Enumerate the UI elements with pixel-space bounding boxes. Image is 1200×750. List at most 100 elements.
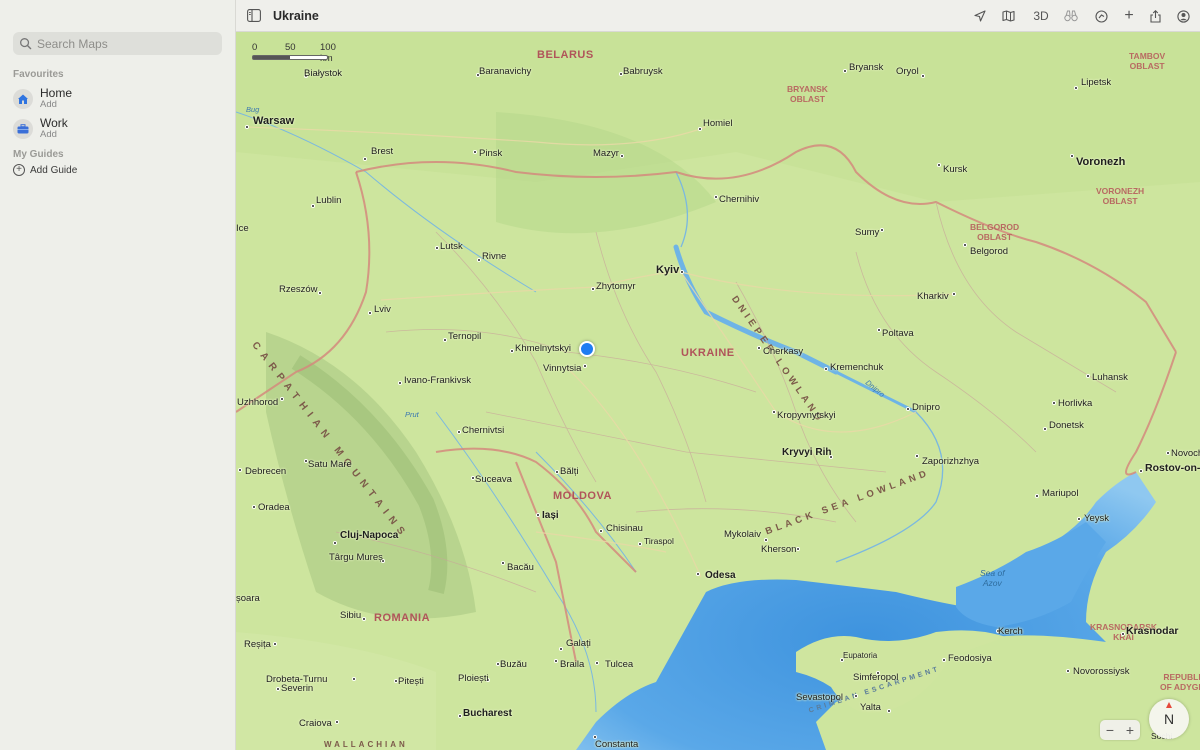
city-marker [1052,401,1056,405]
add-guide-button[interactable]: + Add Guide [13,164,77,176]
map-view[interactable]: 0 50 100 km BELARUS UKRAINE MOLDOVA ROMA… [236,32,1200,750]
city-marker [443,338,447,342]
city-label: Horlivka [1058,398,1093,409]
city-marker [1077,517,1081,521]
compass-button[interactable]: N [1149,699,1189,739]
country-label: MOLDOVA [553,490,612,502]
city-marker [510,349,514,353]
city-label: Donetsk [1049,420,1084,431]
city-marker [921,74,925,78]
map-scale: 0 50 100 km [252,42,336,64]
city-marker [757,346,761,350]
north-arrow-icon [1166,702,1172,708]
city-marker [843,69,847,73]
city-label: Mazyr [593,148,619,159]
city-marker [457,430,461,434]
scale-label-100: 100 km [320,42,336,64]
location-arrow-icon[interactable] [972,6,988,26]
favourite-home-subtitle: Add [40,99,57,110]
search-icon [20,38,32,50]
city-label: Feodosiya [948,653,992,664]
maps-window: Favourites Home Add Work Add My Guides +… [0,0,1200,750]
city-label: Buzău [500,659,527,670]
zoom-out-button[interactable]: − [1106,722,1114,738]
scale-bar [252,55,328,60]
city-marker [333,541,337,545]
city-marker [477,258,481,262]
city-marker [1070,154,1074,158]
scale-label-0: 0 [252,42,258,53]
share-icon[interactable] [1147,6,1163,26]
add-icon[interactable]: + [1121,6,1137,26]
city-label: Novorossiysk [1073,666,1130,677]
city-marker [952,292,956,296]
look-around-icon[interactable] [1093,6,1109,26]
account-icon[interactable] [1175,6,1191,26]
city-marker [764,538,768,542]
city-label: Kropyvnytskyi [777,410,836,421]
zoom-in-button[interactable]: + [1126,722,1134,738]
city-marker [435,246,439,250]
map-mode-icon[interactable] [1000,6,1016,26]
city-label: Uzhhorod [237,397,279,408]
city-marker [1035,494,1039,498]
city-marker [680,270,684,274]
city-label: Kherson [761,544,797,555]
favourite-home[interactable]: Home Add [13,86,223,112]
city-marker [915,454,919,458]
city-marker [276,687,280,691]
city-label: Satu Mare [308,459,352,470]
city-marker [906,407,910,411]
city-label: Zaporizhzhya [922,456,980,467]
city-label: Rivne [482,251,507,262]
city-marker [963,243,967,247]
city-label: Oryol [896,66,919,77]
city-marker [318,291,322,295]
city-label: Chernihiv [719,194,760,205]
city-label: Bryansk [849,62,884,73]
city-marker [880,228,884,232]
city-marker [591,287,595,291]
search-input[interactable] [37,36,217,51]
city-marker [362,617,366,621]
city-marker [280,397,284,401]
city-label: Ivano-Frankivsk [404,375,472,386]
city-marker [887,709,891,713]
city-label: Pitești [398,676,424,687]
city-label: Brest [371,146,394,157]
favourite-work[interactable]: Work Add [13,116,223,142]
city-label: Simferopol [853,672,899,683]
city-label: Kursk [943,164,968,175]
binoculars-icon[interactable] [1062,6,1080,26]
city-label: Mykolaiv [724,529,761,540]
city-label: Zhytomyr [596,281,636,292]
country-label: BELARUS [537,49,594,61]
sidebar-toggle-icon[interactable] [247,9,261,22]
city-label: Pinsk [479,148,503,159]
city-marker [473,150,477,154]
city-label: Białystok [304,68,343,79]
favourite-work-subtitle: Add [40,129,57,140]
city-label: Rostov-on- [1145,462,1200,474]
sidebar: Favourites Home Add Work Add My Guides +… [0,0,236,750]
city-label: Craiova [299,718,332,729]
city-marker [937,163,941,167]
city-label: Chisinau [606,523,643,534]
city-label: Khmelnytskyi [515,343,571,354]
city-label: Yalta [860,702,881,713]
add-guide-label: Add Guide [30,164,78,176]
house-icon [13,89,33,109]
3d-button[interactable]: 3D [1030,6,1052,26]
city-marker [696,572,700,576]
toolbar: Ukraine 3D + [236,0,1200,32]
country-label: ROMANIA [374,612,431,624]
city-label: Novocher [1171,448,1200,459]
city-marker [942,658,946,662]
search-field[interactable] [13,32,222,55]
city-label: Rzeszów [279,284,318,295]
city-marker [1139,469,1143,473]
city-marker [501,561,505,565]
current-location-marker[interactable] [579,341,595,357]
compass-label: N [1163,711,1175,727]
city-marker [238,468,242,472]
